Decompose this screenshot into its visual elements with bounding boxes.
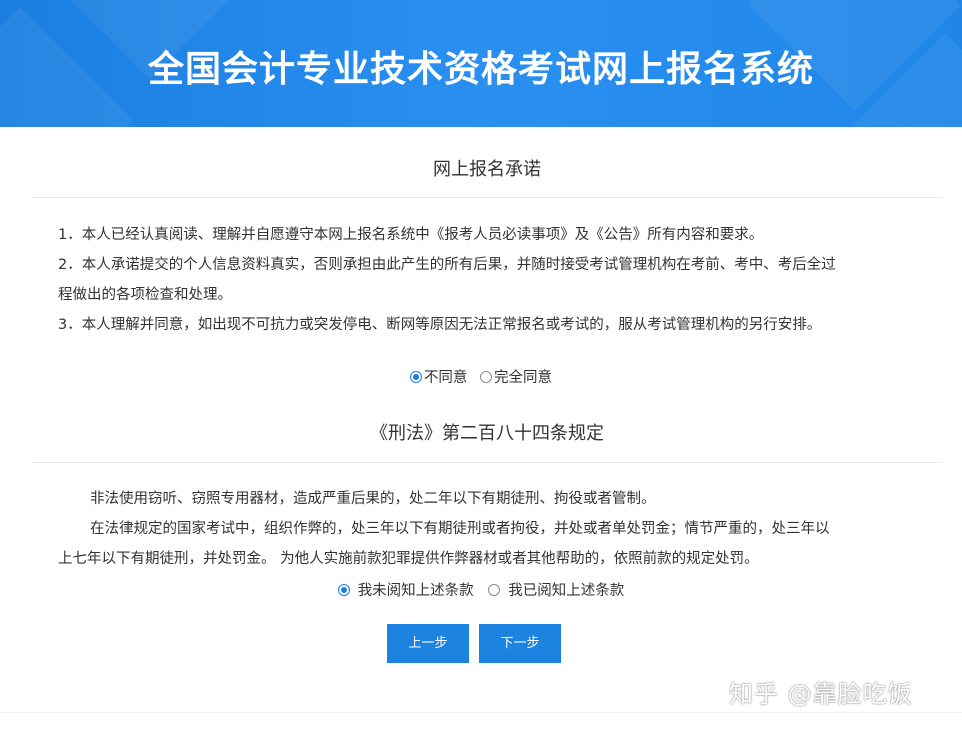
watermark: 知乎 @靠脸吃饭 (729, 680, 913, 708)
system-title: 全国会计专业技术资格考试网上报名系统 (147, 49, 814, 90)
radio-read[interactable] (488, 583, 501, 596)
commitment-title: 网上报名承诺 (433, 159, 541, 180)
header-banner: 全国会计专业技术资格考试网上报名系统 (0, 0, 962, 127)
option-agree[interactable]: 完全同意 (480, 366, 552, 387)
divider (32, 197, 942, 198)
divider (32, 462, 942, 463)
divider (0, 712, 962, 713)
radio-agree[interactable] (480, 370, 493, 383)
law-line-2: 在法律规定的国家考试中，组织作弊的，处三年以下有期徒刑或者拘役，并处或者单处罚金… (90, 521, 830, 537)
option-disagree-label: 不同意 (423, 370, 468, 386)
option-read-label: 我已阅知上述条款 (508, 583, 625, 599)
commitment-line-4: 3．本人理解并同意，如出现不可抗力或突发停电、断网等原因无法正常报名或考试的，服… (58, 317, 822, 333)
option-read[interactable]: 我已阅知上述条款 (488, 579, 624, 600)
law-line-3: 上七年以下有期徒刑，并处罚金。 为他人实施前款犯罪提供作弊器材或者其他帮助的，依… (58, 551, 759, 567)
law-line-1: 非法使用窃听、窃照专用器材，造成严重后果的，处二年以下有期徒刑、拘役或者管制。 (90, 491, 656, 507)
next-button[interactable]: 下一步 (479, 624, 561, 663)
option-not-read[interactable]: 我未阅知上述条款 (337, 579, 474, 600)
option-not-read-label: 我未阅知上述条款 (357, 583, 474, 599)
commitment-line-3: 程做出的各项检查和处理。 (58, 287, 232, 303)
radio-disagree[interactable] (409, 370, 422, 383)
prev-button[interactable]: 上一步 (387, 624, 469, 663)
option-disagree[interactable]: 不同意 (409, 366, 468, 387)
radio-not-read[interactable] (337, 583, 350, 596)
law-title: 《刑法》第二百八十四条规定 (370, 423, 604, 444)
commitment-line-2: 2．本人承诺提交的个人信息资料真实，否则承担由此产生的所有后果，并随时接受考试管… (58, 257, 836, 273)
commitment-line-1: 1．本人已经认真阅读、理解并自愿遵守本网上报名系统中《报考人员必读事项》及《公告… (58, 227, 764, 243)
option-agree-label: 完全同意 (494, 370, 553, 386)
law-options: 我未阅知上述条款 我已阅知上述条款 (0, 579, 962, 600)
commitment-options: 不同意 完全同意 (0, 366, 962, 387)
